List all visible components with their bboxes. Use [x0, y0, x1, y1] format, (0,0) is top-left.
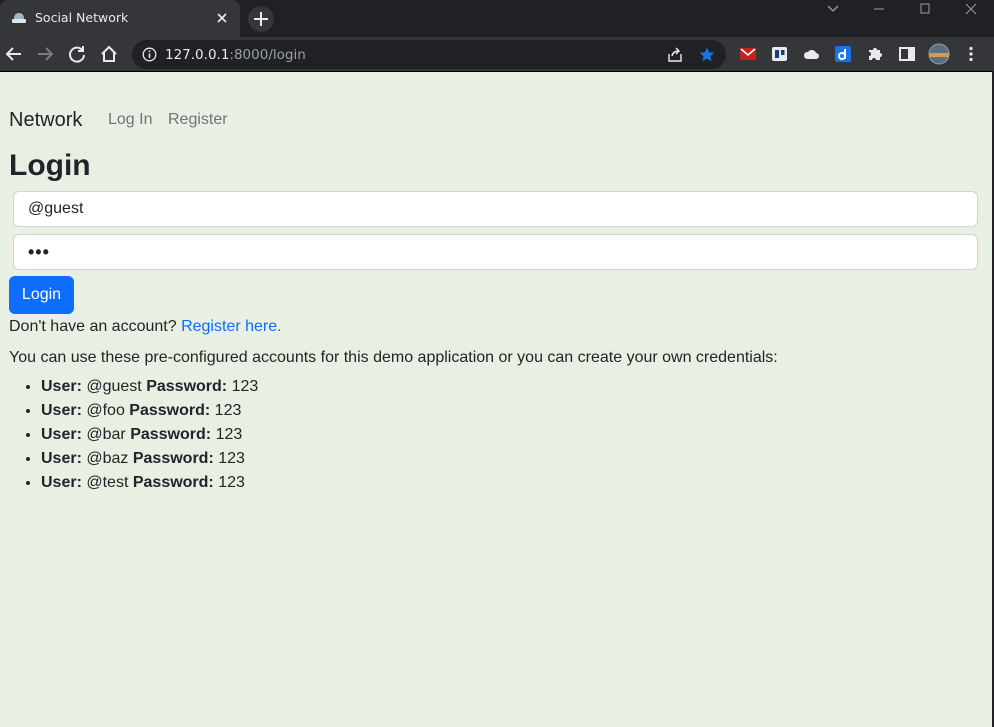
nav-link-register[interactable]: Register [168, 111, 228, 129]
side-panel-icon[interactable] [898, 45, 916, 63]
site-info-icon[interactable] [142, 47, 157, 62]
account-user: @bar [86, 426, 126, 443]
close-window-button[interactable] [948, 0, 994, 20]
brand-link[interactable]: Network [9, 109, 82, 132]
user-label: User: [41, 426, 82, 443]
password-label: Password: [132, 474, 214, 491]
nav-link-log-in[interactable]: Log In [108, 111, 152, 129]
accounts-list: User: @guest Password: 123 User: @foo Pa… [9, 378, 258, 498]
page-title: Login [9, 149, 91, 182]
password-label: Password: [132, 450, 214, 467]
toolbar-divider [0, 71, 994, 72]
list-item: User: @bar Password: 123 [41, 426, 258, 450]
url-path: :8000/login [229, 47, 306, 63]
url-host: 127.0.0.1 [165, 47, 230, 63]
close-icon [965, 3, 977, 15]
minimize-icon [874, 8, 884, 10]
more-menu-icon[interactable] [962, 45, 980, 63]
account-password: 123 [214, 402, 242, 419]
cloud-icon[interactable] [802, 45, 820, 63]
close-tab-icon[interactable] [214, 10, 230, 26]
bookmark-star-icon[interactable] [698, 46, 716, 64]
user-label: User: [41, 450, 82, 467]
account-password: 123 [218, 450, 245, 467]
username-input[interactable] [13, 191, 978, 227]
puzzle-icon[interactable] [866, 45, 884, 63]
address-bar[interactable]: 127.0.0.1:8000/login [132, 40, 726, 69]
home-icon[interactable] [98, 43, 120, 65]
page-content: Network Log In Register Login ••• Login … [0, 71, 994, 727]
list-item: User: @test Password: 123 [41, 474, 258, 498]
gmail-extension-icon[interactable] [739, 45, 757, 63]
password-label: Password: [130, 426, 212, 443]
browser-toolbar: 127.0.0.1:8000/login 7 7 [0, 37, 994, 104]
plus-icon [254, 12, 268, 26]
account-password: 123 [231, 378, 259, 395]
avatar[interactable] [928, 43, 950, 65]
account-user: @test [86, 474, 129, 491]
register-prompt-text: Don't have an account? [9, 318, 177, 335]
trello-extension-icon[interactable] [771, 45, 789, 63]
url-text[interactable]: 127.0.0.1:8000/login [165, 47, 306, 63]
password-input[interactable]: ••• [13, 234, 978, 270]
share-icon[interactable] [666, 46, 684, 64]
browser-tab[interactable]: Social Network [0, 0, 240, 37]
account-user: @foo [86, 402, 125, 419]
user-label: User: [41, 474, 82, 491]
user-label: User: [41, 378, 82, 395]
register-prompt: Don't have an account? Register here. [9, 318, 282, 336]
tab-title: Social Network [35, 10, 129, 25]
d-extension-icon[interactable] [834, 45, 852, 63]
account-password: 123 [215, 426, 243, 443]
chevron-down-icon [827, 5, 839, 12]
restore-icon [920, 3, 930, 14]
back-arrow-icon[interactable] [3, 43, 25, 65]
tab-strip: Social Network [0, 0, 994, 37]
account-password: 123 [218, 474, 245, 491]
list-item: User: @baz Password: 123 [41, 450, 258, 474]
user-label: User: [41, 402, 82, 419]
tab-search-button[interactable] [810, 0, 856, 20]
info-text: You can use these pre-configured account… [9, 349, 778, 366]
list-item: User: @foo Password: 123 [41, 402, 258, 426]
new-tab-button[interactable] [248, 6, 274, 32]
tab-favicon-icon [12, 13, 26, 23]
minimize-button[interactable] [856, 0, 902, 20]
reload-icon[interactable] [66, 43, 88, 65]
register-link[interactable]: Register here. [181, 318, 282, 335]
list-item: User: @guest Password: 123 [41, 378, 258, 402]
account-user: @baz [86, 450, 129, 467]
password-label: Password: [146, 378, 228, 395]
password-label: Password: [129, 402, 211, 419]
forward-arrow-icon[interactable] [34, 43, 56, 65]
login-button[interactable]: Login [9, 276, 74, 314]
maximize-button[interactable] [902, 0, 948, 20]
account-user: @guest [86, 378, 142, 395]
